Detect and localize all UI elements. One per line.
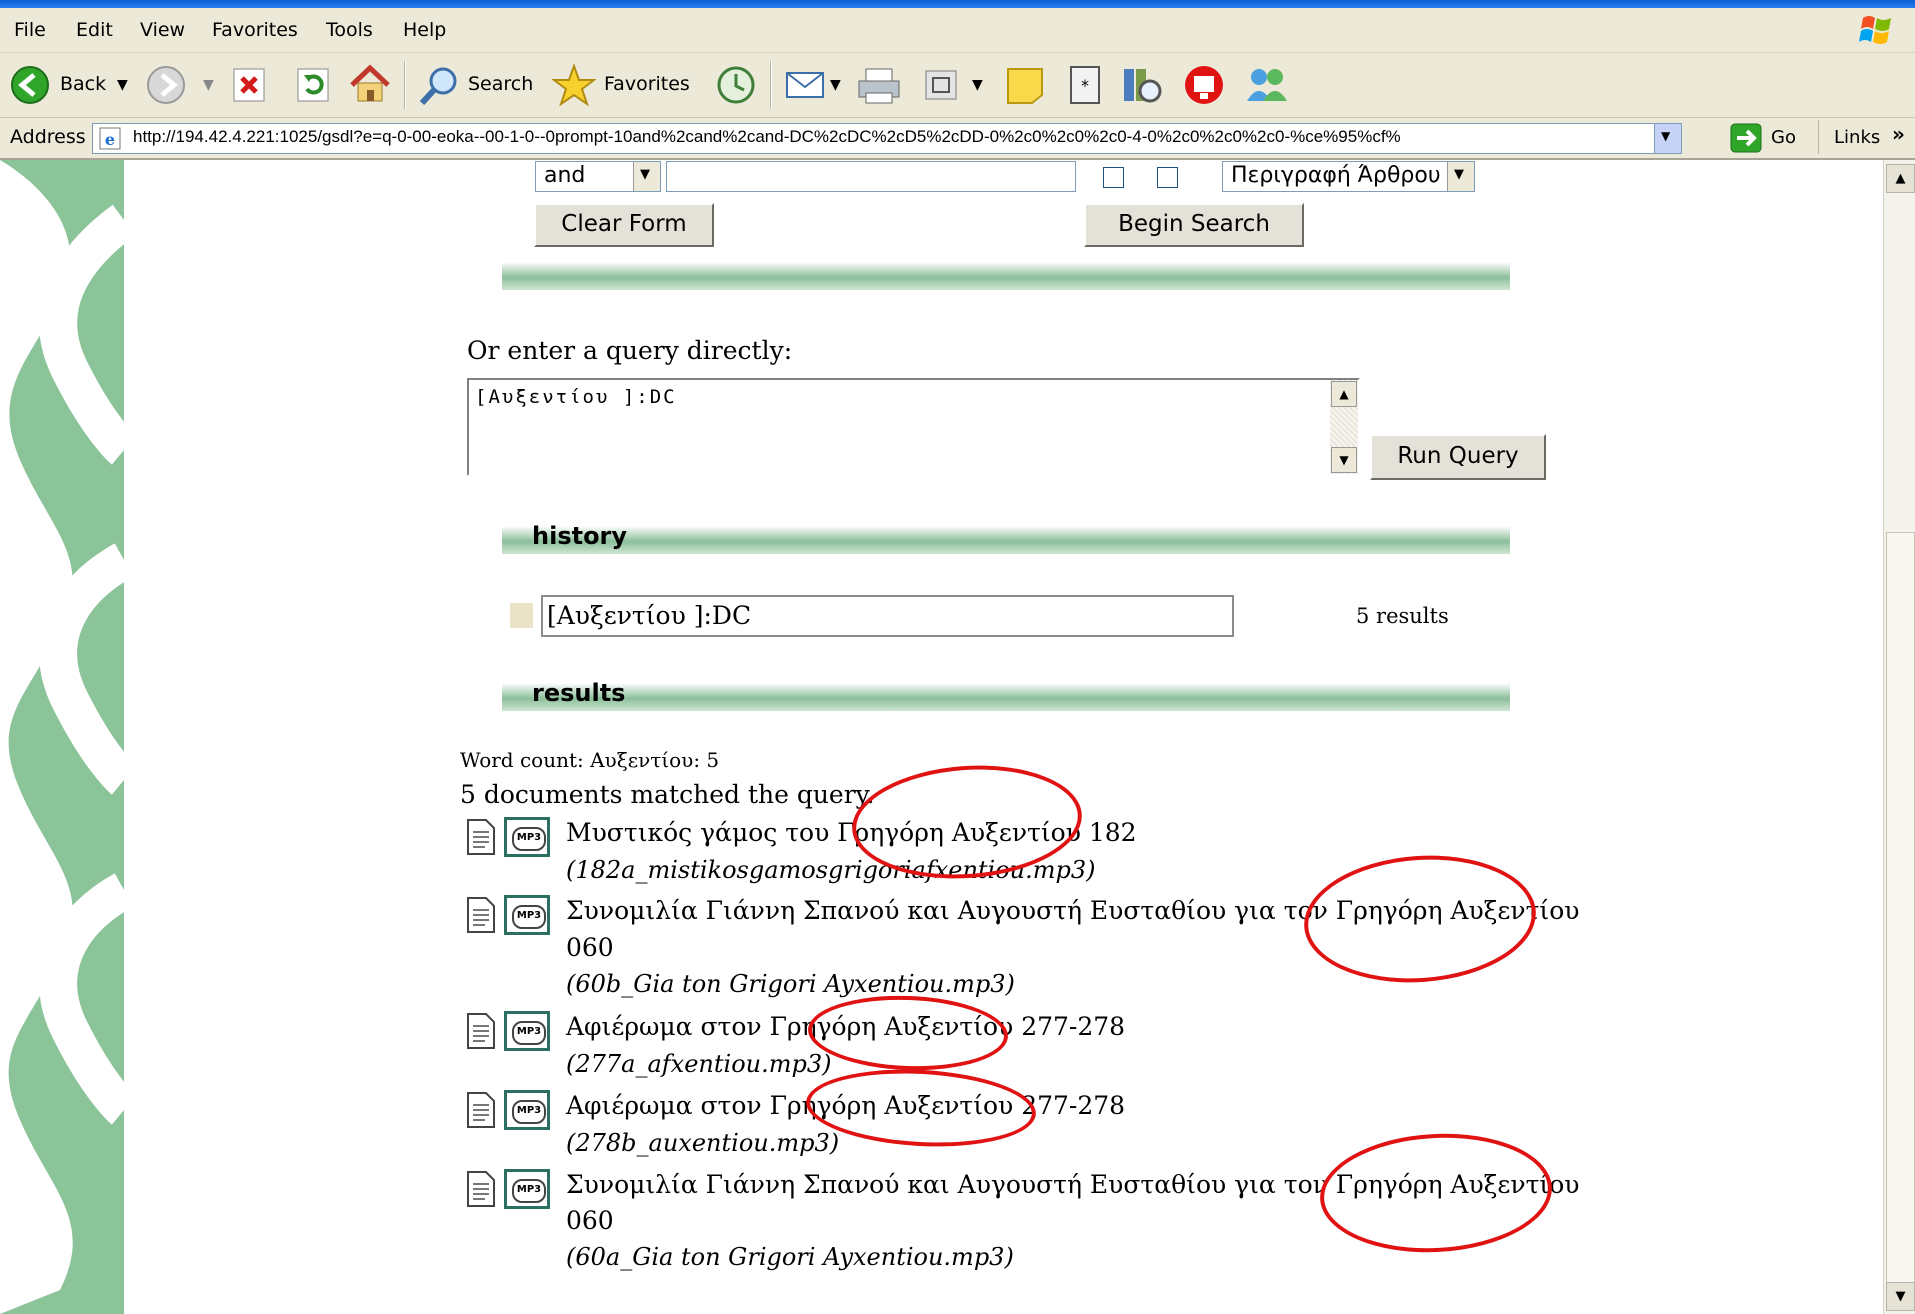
- menu-bar: File Edit View Favorites Tools Help: [0, 8, 1915, 53]
- favorites-button[interactable]: Favorites: [604, 73, 690, 95]
- result-title-number[interactable]: 060: [566, 1206, 614, 1235]
- address-url-text: http://194.42.4.221:1025/gsdl?e=q-0-00-e…: [133, 127, 1401, 146]
- search-icon[interactable]: [418, 65, 460, 107]
- history-icon[interactable]: [714, 65, 756, 105]
- calculator-icon[interactable]: *: [1068, 65, 1102, 105]
- case-checkbox[interactable]: [1157, 167, 1178, 188]
- highlight-ring: [804, 1064, 1038, 1152]
- menu-view[interactable]: View: [140, 19, 185, 41]
- scroll-up-icon[interactable]: ▲: [1331, 381, 1357, 407]
- page-scrollbar[interactable]: ▲ ▼: [1883, 160, 1915, 1314]
- menu-help[interactable]: Help: [403, 19, 446, 41]
- favorites-star-icon[interactable]: [552, 63, 596, 107]
- address-dropdown-icon[interactable]: ▼: [1654, 124, 1681, 153]
- scroll-down-icon[interactable]: ▼: [1886, 1282, 1915, 1311]
- document-icon[interactable]: [466, 1091, 496, 1129]
- history-heading: history: [532, 522, 628, 550]
- menu-favorites[interactable]: Favorites: [212, 19, 298, 41]
- home-icon[interactable]: [348, 63, 392, 105]
- toolbar: Back ▼ ▼ Search Favorites ▼ ▼ *: [0, 53, 1915, 118]
- highlight-ring: [806, 992, 1010, 1074]
- search-button[interactable]: Search: [468, 73, 533, 95]
- windows-logo-icon: [1859, 16, 1891, 44]
- scroll-thumb[interactable]: [1886, 532, 1915, 1294]
- history-entry-text: [Αυξεντίου ]:DC: [547, 601, 752, 630]
- select-dropdown-icon[interactable]: ▼: [1447, 162, 1474, 191]
- stop-icon[interactable]: [232, 67, 266, 103]
- history-color-swatch: [510, 603, 533, 628]
- address-bar: Address e http://194.42.4.221:1025/gsdl?…: [0, 118, 1915, 160]
- links-chevron-icon[interactable]: »: [1892, 122, 1905, 146]
- highlight-ring: [1299, 848, 1541, 990]
- messenger-alert-icon[interactable]: [1182, 63, 1226, 107]
- history-band: history: [502, 522, 1510, 554]
- highlight-ring: [1317, 1128, 1555, 1258]
- search-term-input[interactable]: [666, 161, 1076, 192]
- address-label: Address: [10, 126, 86, 148]
- history-entry-field[interactable]: [Αυξεντίου ]:DC: [541, 595, 1234, 637]
- edit-icon[interactable]: [924, 69, 958, 101]
- forward-arrow-icon[interactable]: [146, 65, 186, 105]
- matched-count-text: 5 documents matched the query.: [460, 780, 875, 809]
- document-icon[interactable]: [466, 1012, 496, 1050]
- results-heading: results: [532, 679, 626, 707]
- result-filename: (60b_Gia ton Grigori Ayxentiou.mp3): [566, 970, 1015, 998]
- links-button[interactable]: Links: [1834, 127, 1880, 148]
- mail-dropdown-icon[interactable]: ▼: [830, 77, 841, 93]
- mp3-file-icon[interactable]: MP3: [504, 1011, 550, 1051]
- word-count-text: Word count: Αυξεντίου: 5: [460, 748, 720, 772]
- query-textarea[interactable]: [Αυξεντίου ]:DC ▲ ▼: [467, 378, 1360, 476]
- form-section-divider: [502, 262, 1510, 290]
- mail-icon[interactable]: [784, 67, 826, 103]
- scroll-up-icon[interactable]: ▲: [1886, 164, 1915, 193]
- svg-text:*: *: [1081, 76, 1089, 95]
- run-query-button[interactable]: Run Query: [1370, 434, 1546, 480]
- ie-page-icon: e: [99, 127, 121, 150]
- go-button[interactable]: Go: [1771, 127, 1796, 148]
- decorative-ribbon: [0, 160, 124, 1314]
- textarea-scrollbar[interactable]: ▲ ▼: [1330, 380, 1358, 474]
- select-dropdown-icon[interactable]: ▼: [633, 162, 660, 191]
- stem-checkbox[interactable]: [1103, 167, 1124, 188]
- begin-search-button[interactable]: Begin Search: [1084, 203, 1304, 247]
- window-title-bar: [0, 0, 1915, 8]
- result-filename: (278b_auxentiou.mp3): [566, 1129, 840, 1157]
- result-filename: (277a_afxentiou.mp3): [566, 1050, 832, 1078]
- refresh-icon[interactable]: [296, 67, 330, 103]
- back-button[interactable]: Back: [60, 73, 106, 95]
- result-filename: (60a_Gia ton Grigori Ayxentiou.mp3): [566, 1243, 1014, 1271]
- mp3-file-icon[interactable]: MP3: [504, 895, 550, 935]
- edit-dropdown-icon[interactable]: ▼: [972, 77, 983, 93]
- boolean-operator-select[interactable]: and ▼: [535, 161, 661, 192]
- document-icon[interactable]: [466, 1170, 496, 1208]
- document-icon[interactable]: [466, 896, 496, 934]
- back-arrow-icon[interactable]: [10, 65, 50, 105]
- address-input[interactable]: e http://194.42.4.221:1025/gsdl?e=q-0-00…: [92, 123, 1682, 154]
- menu-tools[interactable]: Tools: [326, 19, 373, 41]
- mp3-file-icon[interactable]: MP3: [504, 817, 550, 857]
- query-prompt: Or enter a query directly:: [467, 336, 793, 365]
- messenger-people-icon[interactable]: [1244, 63, 1290, 107]
- history-result-count: 5 results: [1356, 604, 1449, 628]
- back-dropdown-icon[interactable]: ▼: [117, 77, 128, 93]
- scroll-down-icon[interactable]: ▼: [1331, 447, 1357, 473]
- menu-edit[interactable]: Edit: [76, 19, 113, 41]
- forward-dropdown-icon[interactable]: ▼: [203, 77, 214, 93]
- clear-form-button[interactable]: Clear Form: [534, 203, 714, 247]
- notes-icon[interactable]: [1004, 65, 1046, 105]
- menu-file[interactable]: File: [14, 19, 46, 41]
- query-text: [Αυξεντίου ]:DC: [475, 386, 677, 408]
- mp3-file-icon[interactable]: MP3: [504, 1090, 550, 1130]
- research-icon[interactable]: [1120, 63, 1164, 107]
- mp3-file-icon[interactable]: MP3: [504, 1169, 550, 1209]
- document-icon[interactable]: [466, 818, 496, 856]
- svg-text:e: e: [105, 130, 115, 149]
- field-select[interactable]: Περιγραφή Άρθρου ▼: [1222, 161, 1475, 192]
- result-title-number[interactable]: 060: [566, 933, 614, 962]
- results-band: results: [502, 679, 1510, 711]
- go-arrow-icon[interactable]: [1730, 123, 1762, 153]
- print-icon[interactable]: [856, 65, 902, 107]
